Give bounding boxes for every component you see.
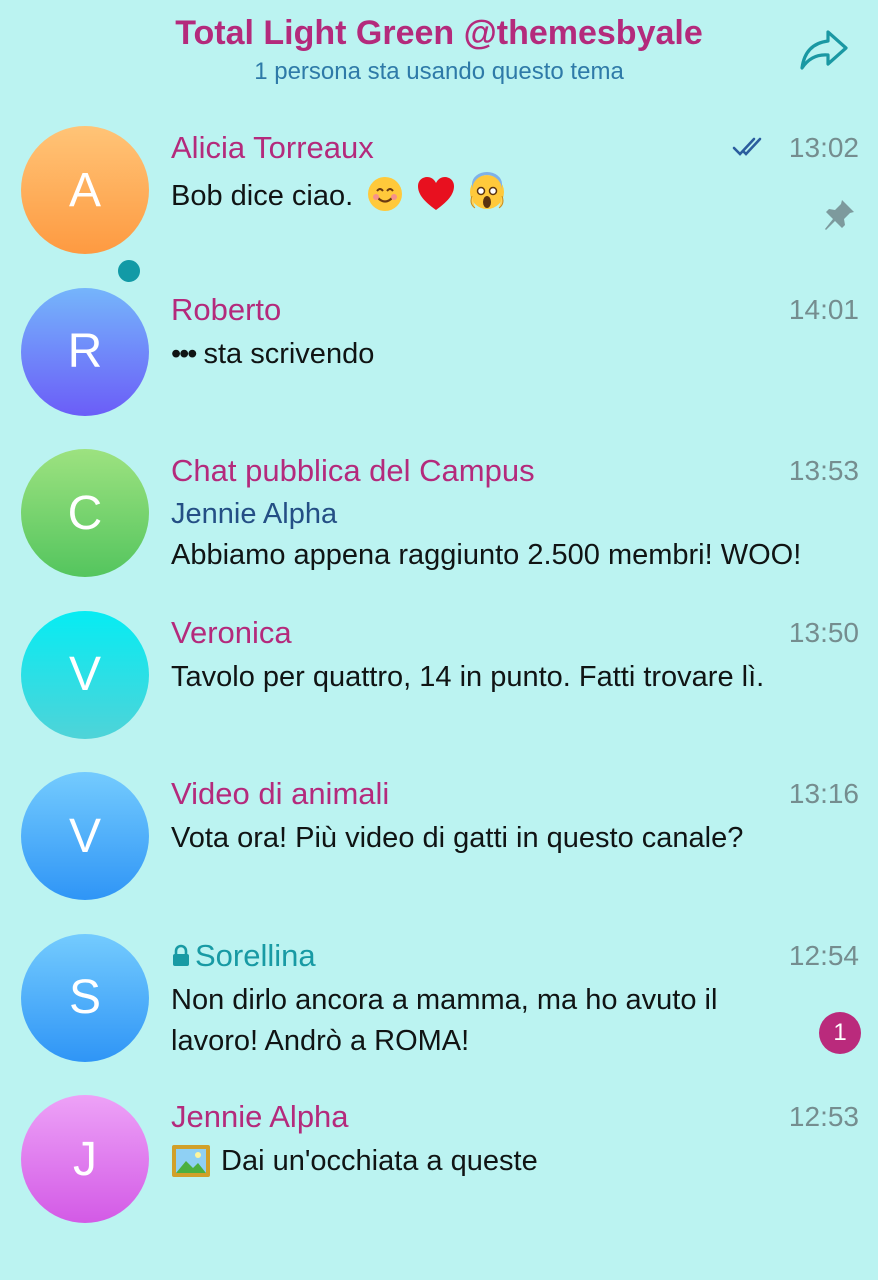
chat-message: Dai un'occhiata a queste xyxy=(171,1141,851,1182)
header: Total Light Green @themesbyale 1 persona… xyxy=(0,0,878,100)
message-text: sta scrivendo xyxy=(203,337,375,370)
avatar: V xyxy=(21,610,149,739)
avatar: C xyxy=(21,449,149,577)
lock-icon xyxy=(173,944,189,966)
chat-message: Abbiamo appena raggiunto 2.500 membri! W… xyxy=(171,539,802,571)
message-text: Dai un'occhiata a queste xyxy=(221,1145,538,1177)
chat-time: 13:53 xyxy=(788,455,859,486)
scream-emoji-icon xyxy=(470,172,505,209)
chat-name: Roberto xyxy=(171,291,282,327)
chat-row[interactable]: R Roberto 14:01 ••• sta scrivendo xyxy=(0,286,878,448)
chat-message: Bob dice ciao. xyxy=(171,172,851,217)
theme-subtitle: 1 persona sta usando questo tema xyxy=(254,58,624,85)
chat-name: Sorellina xyxy=(171,938,316,974)
chat-name: Alicia Torreaux xyxy=(171,130,374,165)
theme-title: Total Light Green @themesbyale xyxy=(175,14,703,52)
chat-message: Tavolo per quattro, 14 in punto. Fatti t… xyxy=(171,660,765,693)
chat-row[interactable]: J Jennie Alpha 12:53 Dai un'occhiata a q… xyxy=(0,1093,878,1255)
typing-icon: ••• xyxy=(171,337,198,370)
chat-time: 13:02 xyxy=(788,132,859,163)
online-indicator xyxy=(114,256,144,286)
chat-time: 12:53 xyxy=(788,1101,859,1132)
chat-name: Chat pubblica del Campus xyxy=(171,453,535,488)
avatar: A xyxy=(21,126,149,254)
message-sender: Jennie Alpha xyxy=(171,498,338,530)
chat-name: Veronica xyxy=(171,614,292,650)
avatar: V xyxy=(21,772,149,900)
pin-icon xyxy=(825,200,854,230)
chat-message: Vota ora! Più video di gatti in questo c… xyxy=(171,822,744,854)
chat-name-text: Sorellina xyxy=(195,937,316,973)
unread-badge: 1 xyxy=(819,1011,861,1054)
picture-icon xyxy=(172,1145,210,1177)
chat-time: 13:16 xyxy=(788,778,859,809)
chat-name: Video di animali xyxy=(171,776,390,811)
share-button[interactable] xyxy=(798,26,852,76)
smile-emoji-icon xyxy=(368,177,403,211)
chat-time: 14:01 xyxy=(788,293,859,325)
chat-row[interactable]: V Video di animali 13:16 Vota ora! Più v… xyxy=(0,770,878,932)
chat-row[interactable]: C Chat pubblica del Campus 13:53 Jennie … xyxy=(0,447,878,609)
chat-list: A Alicia Torreaux 13:02 Bob dice ciao. R… xyxy=(0,124,878,1255)
share-arrow-icon xyxy=(800,30,848,70)
chat-row[interactable]: V Veronica 13:50 Tavolo per quattro, 14 … xyxy=(0,609,878,771)
avatar: S xyxy=(21,933,149,1062)
heart-emoji-icon xyxy=(418,177,455,210)
avatar: R xyxy=(21,287,149,416)
chat-time: 12:54 xyxy=(788,939,859,971)
chat-name: Jennie Alpha xyxy=(171,1099,349,1134)
chat-time: 13:50 xyxy=(788,616,859,648)
double-check-icon xyxy=(732,137,762,156)
chat-message: Non dirlo ancora a mamma, ma ho avuto il… xyxy=(171,983,718,1057)
chat-row[interactable]: S Sorellina 12:54 Non dirlo ancora a mam… xyxy=(0,932,878,1094)
message-text: Bob dice ciao. xyxy=(171,180,354,212)
chat-message: ••• sta scrivendo xyxy=(171,334,851,375)
avatar: J xyxy=(21,1095,149,1223)
